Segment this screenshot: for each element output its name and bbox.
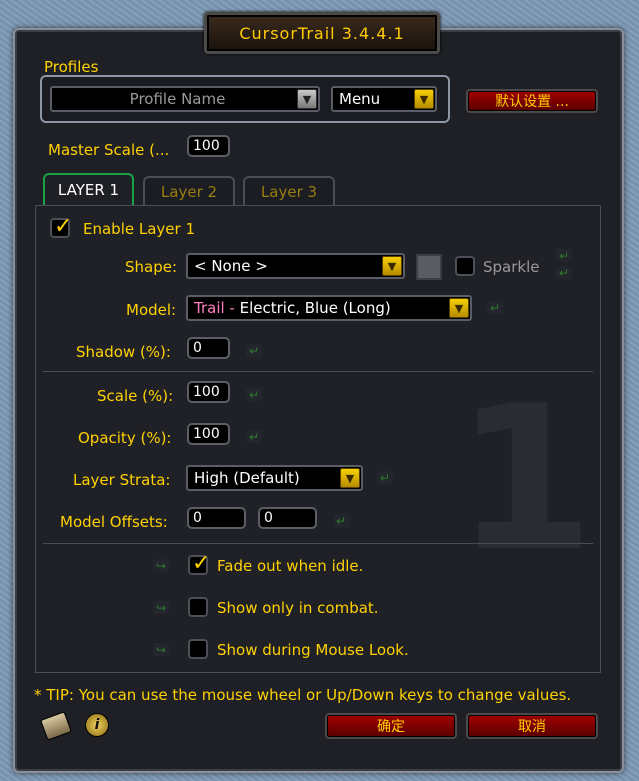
offset-x-input[interactable]: 0 — [187, 507, 246, 529]
tab-layer-3[interactable]: Layer 3 — [243, 176, 335, 206]
chevron-down-icon: ▼ — [382, 256, 402, 276]
shadow-label: Shadow (%): — [76, 343, 171, 361]
reset-arrow-icon[interactable]: ↵ — [246, 388, 262, 402]
reset-arrow-icon[interactable]: ↵ — [246, 430, 262, 444]
chevron-down-icon: ▼ — [297, 89, 317, 109]
divider — [43, 371, 593, 372]
combat-only-checkbox[interactable] — [188, 597, 208, 617]
shape-value: < None > — [194, 257, 268, 275]
fade-idle-checkbox[interactable]: ✓ — [188, 551, 210, 576]
apply-arrow-icon[interactable]: ↪ — [153, 601, 169, 615]
layer-strata-value: High (Default) — [194, 469, 300, 487]
profile-name-dropdown[interactable]: Profile Name ▼ — [50, 86, 320, 112]
model-dropdown[interactable]: Trail - Electric, Blue (Long) ▼ — [186, 295, 472, 321]
ok-button[interactable]: 确定 — [325, 713, 457, 739]
profile-menu-dropdown[interactable]: Menu ▼ — [331, 86, 437, 112]
master-scale-input[interactable]: 100 — [187, 135, 230, 157]
shape-color-swatch[interactable] — [416, 254, 442, 280]
master-scale-label: Master Scale (... — [48, 141, 170, 159]
tab-layer-1[interactable]: LAYER 1 — [43, 173, 134, 205]
window-title-plate[interactable]: CursorTrail 3.4.4.1 — [204, 12, 440, 54]
layer-strata-dropdown[interactable]: High (Default) ▼ — [186, 465, 363, 491]
checkmark-icon: ✓ — [192, 551, 211, 576]
apply-arrow-icon[interactable]: ↪ — [153, 643, 169, 657]
shadow-input[interactable]: 0 — [187, 337, 230, 359]
reset-arrow-icon[interactable]: ↵ — [377, 471, 393, 485]
reset-arrow-icon[interactable]: ↵ — [556, 249, 572, 263]
profile-name-text: Profile Name — [129, 90, 226, 108]
info-icon[interactable]: i — [85, 713, 109, 737]
model-value-text: Trail - Electric, Blue (Long) — [188, 299, 449, 317]
scale-label: Scale (%): — [97, 387, 174, 405]
enable-layer-checkbox[interactable]: ✓ — [50, 214, 72, 239]
window-title: CursorTrail 3.4.4.1 — [239, 23, 405, 43]
mouse-look-label: Show during Mouse Look. — [217, 641, 409, 659]
enable-layer-label: Enable Layer 1 — [83, 220, 195, 238]
tip-text: * TIP: You can use the mouse wheel or Up… — [34, 686, 572, 704]
reset-arrow-icon[interactable]: ↵ — [246, 344, 262, 358]
reset-arrow-icon[interactable]: ↵ — [333, 514, 349, 528]
model-label: Model: — [126, 301, 177, 319]
combat-only-label: Show only in combat. — [217, 599, 379, 617]
checkmark-icon: ✓ — [54, 214, 73, 239]
fade-idle-label: Fade out when idle. — [217, 557, 364, 575]
sparkle-checkbox[interactable] — [455, 256, 475, 276]
model-prefix: Trail — [194, 299, 225, 317]
sparkle-label: Sparkle — [483, 258, 540, 276]
layer-strata-label: Layer Strata: — [73, 471, 171, 489]
reset-arrow-icon[interactable]: ↵ — [556, 266, 572, 280]
profile-menu-label: Menu — [339, 90, 381, 108]
model-offsets-label: Model Offsets: — [60, 513, 168, 531]
opacity-input[interactable]: 100 — [187, 423, 230, 445]
cancel-button[interactable]: 取消 — [466, 713, 598, 739]
reset-arrow-icon[interactable]: ↵ — [487, 301, 503, 315]
divider — [43, 543, 593, 544]
shape-dropdown[interactable]: < None > ▼ — [186, 253, 405, 279]
chevron-down-icon: ▼ — [449, 298, 469, 318]
model-separator: - — [224, 299, 240, 317]
layer-watermark: 1 — [455, 363, 595, 596]
model-value: Electric, Blue (Long) — [239, 299, 391, 317]
chevron-down-icon: ▼ — [414, 89, 434, 109]
profiles-label: Profiles — [44, 58, 99, 76]
opacity-label: Opacity (%): — [78, 429, 172, 447]
tab-layer-2[interactable]: Layer 2 — [143, 176, 235, 206]
mouse-look-checkbox[interactable] — [188, 639, 208, 659]
scale-input[interactable]: 100 — [187, 381, 230, 403]
apply-arrow-icon[interactable]: ↪ — [153, 559, 169, 573]
chevron-down-icon: ▼ — [340, 468, 360, 488]
shape-label: Shape: — [125, 258, 178, 276]
offset-y-input[interactable]: 0 — [258, 507, 317, 529]
defaults-button[interactable]: 默认设置 ... — [466, 89, 598, 113]
